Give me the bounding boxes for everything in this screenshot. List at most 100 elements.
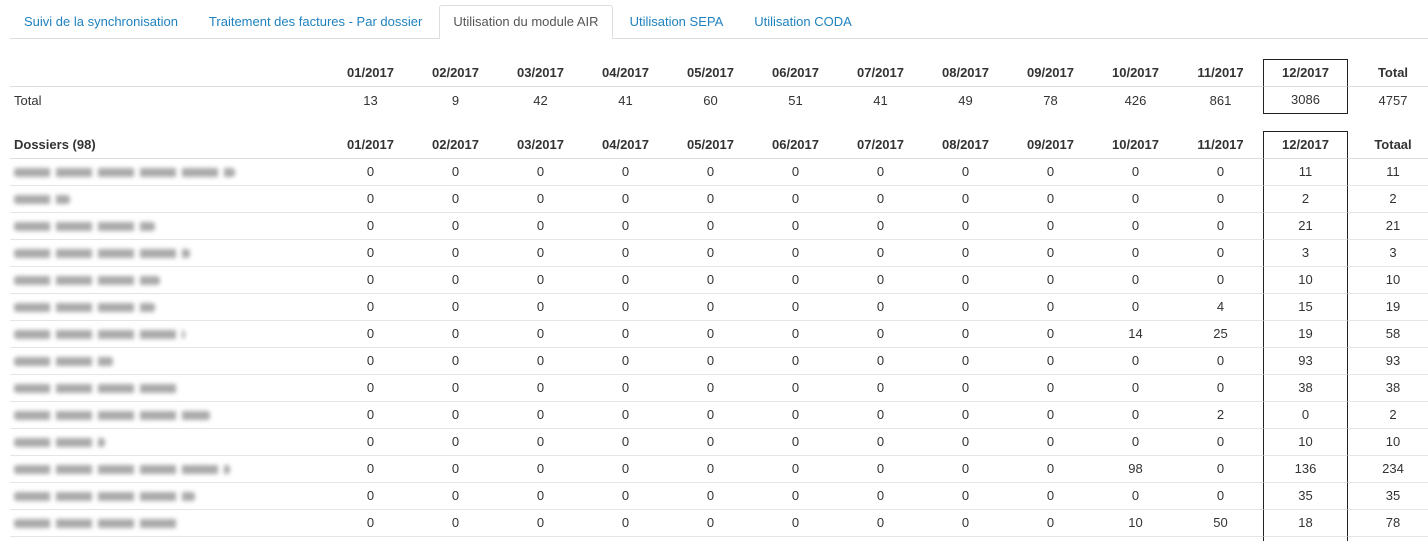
value-cell-12-2017: 3 [1263, 240, 1348, 267]
value-cell-02-2017: 0 [413, 267, 498, 294]
value-cell-09-2017: 0 [1008, 402, 1093, 429]
continuation-cell [1263, 537, 1348, 541]
value-cell-12-2017: 15 [1263, 294, 1348, 321]
value-cell-05-2017: 0 [668, 321, 753, 348]
value-cell-01-2017: 0 [328, 402, 413, 429]
row-total-cell: 10 [1348, 429, 1428, 456]
continuation-cell [838, 537, 923, 541]
value-cell-07-2017: 0 [838, 483, 923, 510]
value-cell-06-2017: 51 [788, 92, 803, 108]
dossier-row: 0 0 0 0 0 0 0 0 0 0 0 38 38 [10, 375, 1428, 402]
tab-traitement-factures-par-dossier[interactable]: Traitement des factures - Par dossier [195, 5, 436, 39]
value-cell-07-2017: 41 [873, 92, 888, 108]
value-cell-03-2017: 42 [533, 92, 548, 108]
summary-table-body: Total 13 9 42 41 60 51 41 49 78 426 861 3086 4757 [10, 87, 1428, 114]
dossier-row: 0 0 0 0 0 0 0 0 0 0 0 11 11 [10, 159, 1428, 186]
value-cell-11-2017: 0 [1178, 483, 1263, 510]
value-cell-10-2017: 0 [1093, 348, 1178, 375]
value-cell-12-2017: 35 [1263, 483, 1348, 510]
value-cell-08-2017: 0 [923, 375, 1008, 402]
value-cell-11-2017: 861 [1209, 92, 1232, 108]
dossier-row: 0 0 0 0 0 0 0 0 0 0 0 10 10 [10, 429, 1428, 456]
value-cell-07-2017: 0 [838, 186, 923, 213]
total-column-header: Totaal [1348, 131, 1428, 159]
value-cell-05-2017: 0 [668, 294, 753, 321]
month-header-11-2017: 11/2017 [1178, 131, 1263, 159]
tab-utilisation-module-air[interactable]: Utilisation du module AIR [439, 5, 613, 39]
continuation-cell [1093, 537, 1178, 541]
blurred-dossier-name [14, 438, 105, 448]
summary-total-row: Total 13 9 42 41 60 51 41 49 78 426 861 3086 4757 [10, 87, 1428, 114]
monthly-summary-table: 01/2017 02/2017 03/2017 04/2017 05/2017 06/20… [10, 59, 1428, 114]
value-cell-06-2017: 0 [753, 402, 838, 429]
blurred-dossier-name [14, 411, 210, 421]
value-cell-07-2017: 0 [838, 510, 923, 537]
month-header-07-2017: 07/2017 [838, 131, 923, 159]
value-cell-07-2017: 0 [838, 294, 923, 321]
value-cell-08-2017: 49 [958, 92, 973, 108]
month-header-05-2017: 05/2017 [668, 59, 753, 87]
tab-suivi-synchronisation[interactable]: Suivi de la synchronisation [10, 5, 192, 39]
value-cell-03-2017: 0 [498, 159, 583, 186]
continuation-cell [1178, 537, 1263, 541]
value-cell-09-2017: 0 [1008, 213, 1093, 240]
value-cell-03-2017: 0 [498, 267, 583, 294]
dossier-name-cell [10, 186, 328, 213]
tab-utilisation-coda[interactable]: Utilisation CODA [740, 5, 866, 39]
dossier-row: 0 0 0 0 0 0 0 0 0 0 4 15 19 [10, 294, 1428, 321]
dossier-row: 0000000000202 [10, 402, 1428, 429]
value-cell-11-2017: 2 [1178, 402, 1263, 429]
value-cell-05-2017: 0 [668, 159, 753, 186]
value-cell-11-2017: 0 [1178, 348, 1263, 375]
dossiers-table-header-row: Dossiers (98) 01/2017 02/2017 03/2017 04/201… [10, 131, 1428, 159]
dossier-name-cell [10, 267, 328, 294]
value-cell-01-2017: 0 [328, 267, 413, 294]
month-header-10-2017: 10/2017 [1093, 131, 1178, 159]
value-cell-09-2017: 0 [1008, 483, 1093, 510]
dossier-name-cell [10, 321, 328, 348]
value-cell-11-2017: 0 [1178, 375, 1263, 402]
continuation-cell [328, 537, 413, 541]
value-cell-01-2017: 0 [328, 159, 413, 186]
month-header-03-2017: 03/2017 [498, 59, 583, 87]
row-total-cell: 58 [1348, 321, 1428, 348]
value-cell-06-2017: 0 [753, 375, 838, 402]
value-cell-09-2017: 0 [1008, 348, 1093, 375]
value-cell-12-2017: 11 [1263, 159, 1348, 186]
value-cell-11-2017: 0 [1178, 267, 1263, 294]
month-header-08-2017: 08/2017 [923, 131, 1008, 159]
value-cell-01-2017: 0 [328, 375, 413, 402]
row-total-cell: 19 [1348, 294, 1428, 321]
dossier-row: 0 0 0 0 0 0 0 0 0 0 0 35 35 [10, 483, 1428, 510]
value-cell-01-2017: 0 [328, 456, 413, 483]
value-cell-03-2017: 0 [498, 240, 583, 267]
summary-table-header-row: 01/2017 02/2017 03/2017 04/2017 05/2017 06/20… [10, 59, 1428, 87]
dossier-name-cell [10, 510, 328, 537]
value-cell-11-2017: 50 [1178, 510, 1263, 537]
value-cell-04-2017: 41 [618, 92, 633, 108]
dossier-name-cell [10, 456, 328, 483]
value-cell-07-2017: 0 [838, 456, 923, 483]
value-cell-12-2017: 21 [1263, 213, 1348, 240]
month-header-06-2017: 06/2017 [753, 131, 838, 159]
row-total-cell: 21 [1348, 213, 1428, 240]
value-cell-06-2017: 0 [753, 267, 838, 294]
value-cell-12-2017: 0 [1263, 402, 1348, 429]
month-header-04-2017: 04/2017 [583, 131, 668, 159]
value-cell-02-2017: 0 [413, 402, 498, 429]
value-cell-03-2017: 0 [498, 213, 583, 240]
value-cell-11-2017: 0 [1178, 186, 1263, 213]
value-cell-07-2017: 0 [838, 159, 923, 186]
summary-corner-header [10, 59, 328, 87]
value-cell-04-2017: 0 [583, 186, 668, 213]
value-cell-03-2017: 0 [498, 456, 583, 483]
row-total-cell: 78 [1348, 510, 1428, 537]
value-cell-06-2017: 0 [753, 159, 838, 186]
value-cell-02-2017: 0 [413, 483, 498, 510]
value-cell-11-2017: 4 [1178, 294, 1263, 321]
value-cell-03-2017: 0 [498, 348, 583, 375]
tab-utilisation-sepa[interactable]: Utilisation SEPA [616, 5, 738, 39]
value-cell-01-2017: 0 [328, 186, 413, 213]
value-cell-05-2017: 0 [668, 348, 753, 375]
value-cell-07-2017: 0 [838, 375, 923, 402]
